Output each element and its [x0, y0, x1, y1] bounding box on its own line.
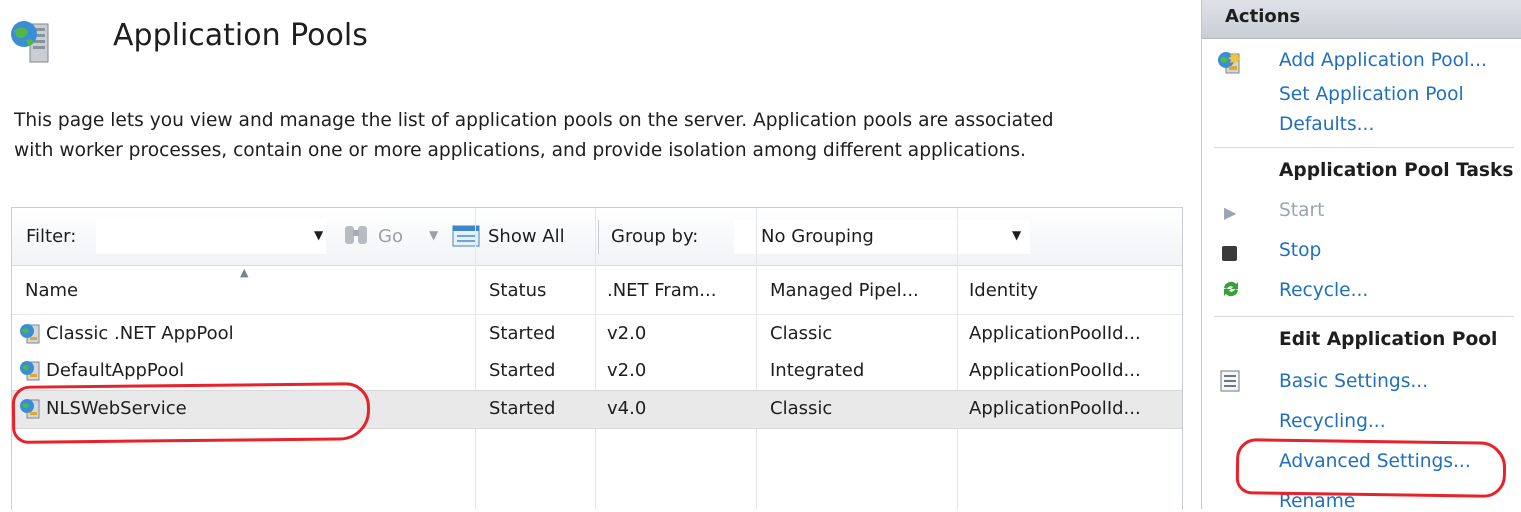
- recycle-icon: [1220, 278, 1242, 304]
- cell-identity: ApplicationPoolId...: [969, 360, 1141, 381]
- play-icon: ▶: [1224, 203, 1237, 222]
- group-by-dropdown-icon[interactable]: ▼: [1012, 228, 1021, 242]
- basic-settings-link[interactable]: Basic Settings...: [1279, 371, 1428, 392]
- filter-label: Filter:: [26, 226, 77, 247]
- actions-header: Actions: [1202, 0, 1521, 39]
- binoculars-icon: [342, 222, 372, 254]
- actions-separator: [1214, 316, 1514, 317]
- cell-framework: v2.0: [607, 360, 647, 381]
- application-pools-icon: [8, 18, 56, 66]
- application-pool-icon: [18, 322, 42, 346]
- cell-status: Started: [489, 323, 556, 344]
- highlight-circle-advanced-settings: [1235, 438, 1507, 498]
- set-defaults-link-line2[interactable]: Defaults...: [1279, 114, 1374, 135]
- cell-framework: v4.0: [607, 398, 647, 419]
- actions-title: Actions: [1225, 6, 1301, 27]
- application-pools-list: Filter: ▼ Go ▼ Show All Group by: No Gro…: [11, 207, 1183, 510]
- cell-identity: ApplicationPoolId...: [969, 398, 1141, 419]
- page-title: Application Pools: [113, 18, 368, 53]
- column-identity[interactable]: Identity: [969, 280, 1038, 301]
- table-row[interactable]: Classic .NET AppPool Started v2.0 Classi…: [12, 316, 1182, 353]
- add-pool-icon: [1216, 50, 1242, 80]
- start-link[interactable]: Start: [1279, 200, 1324, 221]
- stop-icon: [1222, 246, 1237, 261]
- column-status[interactable]: Status: [489, 280, 546, 301]
- go-dropdown-icon[interactable]: ▼: [429, 228, 438, 242]
- group-by-value: No Grouping: [761, 226, 874, 247]
- add-application-pool-link[interactable]: Add Application Pool...: [1279, 50, 1487, 71]
- group-by-label: Group by:: [611, 226, 699, 247]
- cell-framework: v2.0: [607, 323, 647, 344]
- column-managed-pipeline[interactable]: Managed Pipel...: [770, 280, 919, 301]
- settings-form-icon: [1219, 369, 1241, 397]
- filter-toolbar: Filter: ▼ Go ▼ Show All Group by: No Gro…: [12, 208, 1182, 266]
- cell-identity: ApplicationPoolId...: [969, 323, 1141, 344]
- application-pool-tasks-heading: Application Pool Tasks: [1279, 160, 1514, 181]
- edit-application-pool-heading: Edit Application Pool: [1279, 329, 1498, 350]
- column-name[interactable]: Name: [25, 280, 78, 301]
- cell-name: DefaultAppPool: [46, 360, 185, 381]
- cell-status: Started: [489, 360, 556, 381]
- cell-name: Classic .NET AppPool: [46, 323, 234, 344]
- page-description: This page lets you view and manage the l…: [14, 110, 1054, 161]
- recycle-link[interactable]: Recycle...: [1279, 280, 1368, 301]
- filter-dropdown-icon[interactable]: ▼: [314, 228, 323, 242]
- set-defaults-link[interactable]: Set Application Pool: [1279, 84, 1464, 105]
- cell-pipeline: Integrated: [770, 360, 865, 381]
- highlight-circle-nlswebservice: [11, 382, 371, 444]
- cell-status: Started: [489, 398, 556, 419]
- sort-ascending-icon: ▲: [240, 266, 249, 279]
- show-all-icon: [449, 222, 483, 254]
- recycling-link[interactable]: Recycling...: [1279, 411, 1386, 432]
- cell-pipeline: Classic: [770, 323, 833, 344]
- column-net-framework[interactable]: .NET Fram...: [607, 280, 716, 301]
- column-header-row: ▲ Name Status .NET Fram... Managed Pipel…: [12, 266, 1182, 315]
- show-all-button[interactable]: Show All: [488, 226, 565, 247]
- filter-input[interactable]: [96, 218, 326, 254]
- go-button[interactable]: Go: [378, 226, 403, 247]
- toolbar-separator: [598, 220, 599, 254]
- actions-separator: [1214, 147, 1514, 148]
- actions-pane: Actions Add Application Pool... Set Appl…: [1201, 0, 1521, 512]
- application-pool-icon: [18, 359, 42, 383]
- cell-pipeline: Classic: [770, 398, 833, 419]
- stop-link[interactable]: Stop: [1279, 240, 1321, 261]
